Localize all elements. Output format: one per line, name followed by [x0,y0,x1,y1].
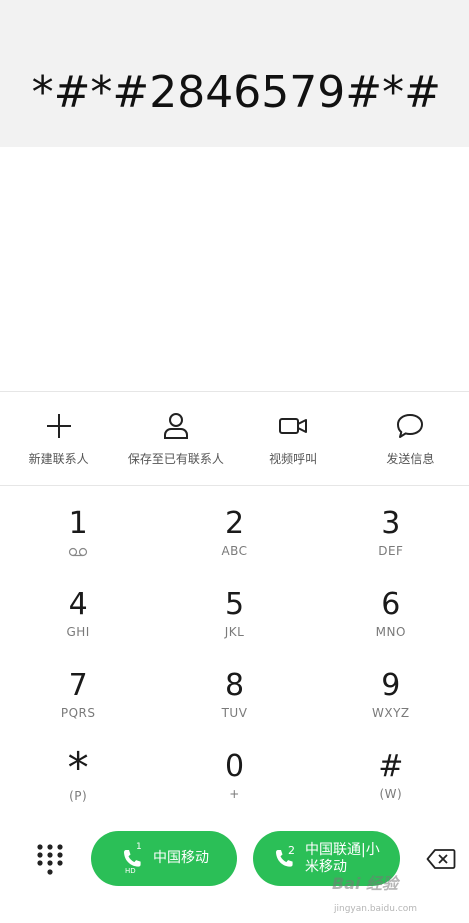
key-digit: 0 [224,749,245,784]
key-digit: 4 [68,587,88,622]
key-letters: DEF [378,544,404,558]
key-letters: WXYZ [372,706,410,720]
hd-badge: HD [125,866,136,875]
key-digit: # [378,749,404,784]
number-display-area: *#*#2846579#*# [0,0,469,147]
send-message-label: 发送信息 [386,452,435,466]
key-letters: + [229,787,240,801]
key-digit: 8 [224,668,245,703]
key-0[interactable]: 0 + [156,737,312,818]
key-star[interactable]: * (P) [0,737,156,818]
empty-results-area [0,147,469,391]
key-7[interactable]: 7 PQRS [0,656,156,737]
sim-number: 2 [288,843,295,857]
dialed-number[interactable]: *#*#2846579#*# [32,67,441,118]
watermark-url: jingyan.baidu.com [334,904,418,914]
dialpad-toggle-icon[interactable] [34,842,66,878]
message-bubble-icon [397,414,424,438]
phone-icon: 2 [273,844,295,870]
key-1[interactable]: 1 [0,494,156,575]
key-digit: 7 [68,668,88,703]
key-hash[interactable]: # (W) [313,737,469,818]
call-sim1-button[interactable]: 1 HD 中国移动 [91,831,237,886]
new-contact-label: 新建联系人 [28,452,89,466]
key-8[interactable]: 8 TUV [156,656,312,737]
key-digit: * [67,743,89,792]
key-9[interactable]: 9 WXYZ [313,656,469,737]
key-digit: 3 [381,506,401,541]
sim-number: 1 [136,841,142,852]
video-call-label: 视频呼叫 [269,452,318,466]
key-6[interactable]: 6 MNO [313,575,469,656]
watermark-brand: Bai 经验 [332,874,399,893]
key-digit: 5 [224,587,245,622]
phone-icon: 1 HD [121,842,143,875]
voicemail-icon [69,547,88,557]
new-contact-button[interactable]: 新建联系人 [0,392,117,485]
key-letters: PQRS [60,706,96,720]
key-letters: GHI [66,625,90,639]
key-letters: ABC [221,544,248,558]
key-2[interactable]: 2 ABC [156,494,312,575]
key-letters: (P) [69,789,88,803]
key-4[interactable]: 4 GHI [0,575,156,656]
key-letters: MNO [375,625,406,639]
person-icon [163,413,188,439]
dial-keypad: 1 2 ABC 3 DEF 4 GHI 5 JKL 6 MNO 7 PQRS 8… [0,486,469,816]
action-bar: 新建联系人 保存至已有联系人 视频呼叫 发送信息 [0,391,469,486]
plus-icon [46,414,71,438]
save-to-existing-contact-label: 保存至已有联系人 [127,452,224,466]
send-message-button[interactable]: 发送信息 [352,392,469,485]
baidu-jingyan-watermark: Bai 经验 jingyan.baidu.com [330,866,460,921]
key-5[interactable]: 5 JKL [156,575,312,656]
key-letters: (W) [379,787,403,801]
key-letters: TUV [221,706,248,720]
key-digit: 2 [224,506,245,541]
video-call-button[interactable]: 视频呼叫 [235,392,352,485]
key-digit: 6 [381,587,401,622]
video-camera-icon [279,418,308,434]
key-digit: 1 [68,506,88,541]
key-digit: 9 [381,668,401,703]
key-letters: JKL [224,625,245,639]
key-3[interactable]: 3 DEF [313,494,469,575]
save-to-existing-contact-button[interactable]: 保存至已有联系人 [117,392,234,485]
call-sim1-label: 中国移动 [153,850,209,866]
